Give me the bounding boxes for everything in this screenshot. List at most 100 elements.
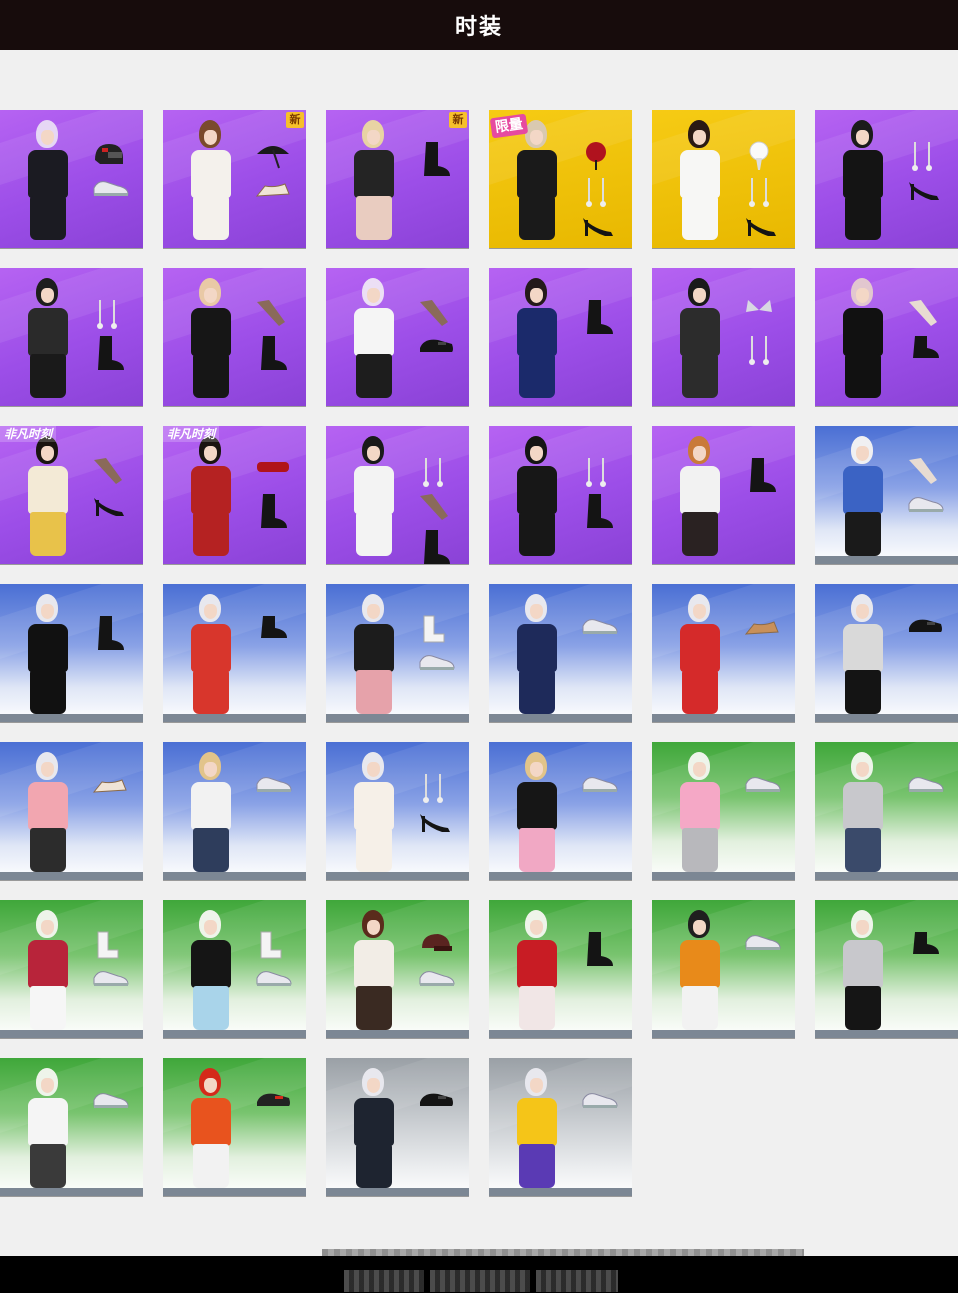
card-base xyxy=(0,1188,143,1196)
outfit-card[interactable] xyxy=(326,900,469,1039)
character-figure xyxy=(340,1062,410,1192)
character-face xyxy=(41,288,54,303)
outfit-bottom xyxy=(682,670,718,714)
outfit-card[interactable] xyxy=(652,110,795,249)
outfit-card[interactable] xyxy=(489,268,632,407)
outfit-card[interactable] xyxy=(489,426,632,565)
outfit-card[interactable]: 非凡时刻 xyxy=(163,426,306,565)
character-face xyxy=(530,762,543,777)
outfit-top xyxy=(191,308,231,356)
outfit-bottom xyxy=(519,986,555,1030)
card-base xyxy=(0,872,143,880)
outfit-bottom xyxy=(356,670,392,714)
outfit-top xyxy=(517,308,557,356)
outfit-card[interactable]: 新 xyxy=(163,110,306,249)
outfit-card[interactable] xyxy=(326,426,469,565)
outfit-card[interactable] xyxy=(815,268,958,407)
outfit-card[interactable] xyxy=(163,742,306,881)
character-figure xyxy=(503,430,573,560)
outfit-top xyxy=(354,624,394,672)
character-figure xyxy=(177,746,247,876)
outfit-top xyxy=(354,308,394,356)
character-face xyxy=(204,1078,217,1093)
outfit-card[interactable] xyxy=(815,584,958,723)
outfit-bottom xyxy=(30,1144,66,1188)
character-figure xyxy=(177,114,247,244)
character-figure xyxy=(14,114,84,244)
card-base xyxy=(163,872,306,880)
character-figure xyxy=(14,904,84,1034)
character-figure xyxy=(666,588,736,718)
outfit-top xyxy=(191,1098,231,1146)
outfit-top xyxy=(843,624,883,672)
character-figure xyxy=(503,746,573,876)
glove-icon xyxy=(907,456,941,490)
outfit-card[interactable] xyxy=(326,584,469,723)
outfit-card[interactable] xyxy=(652,900,795,1039)
outfit-card[interactable] xyxy=(163,584,306,723)
outfit-top xyxy=(354,940,394,988)
sock-icon xyxy=(418,614,448,648)
ankle-boot-icon xyxy=(255,614,289,646)
outfit-card[interactable] xyxy=(326,742,469,881)
character-face xyxy=(856,288,869,303)
character-figure xyxy=(829,746,899,876)
outfit-card[interactable] xyxy=(163,268,306,407)
outfit-card[interactable] xyxy=(489,900,632,1039)
outfit-top xyxy=(680,940,720,988)
character-face xyxy=(367,288,380,303)
outfit-card[interactable]: 限量 xyxy=(489,110,632,249)
outfit-bottom xyxy=(845,196,881,240)
sneaker-icon xyxy=(907,772,945,798)
outfit-card[interactable] xyxy=(489,584,632,723)
outfit-bottom xyxy=(193,1144,229,1188)
outfit-card[interactable] xyxy=(326,1058,469,1197)
outfit-card[interactable] xyxy=(0,110,143,249)
outfit-card[interactable] xyxy=(652,742,795,881)
character-face xyxy=(367,604,380,619)
outfit-card[interactable] xyxy=(326,268,469,407)
outfit-top xyxy=(517,150,557,198)
outfit-bottom xyxy=(682,986,718,1030)
outfit-card[interactable] xyxy=(652,268,795,407)
outfit-card[interactable]: 新 xyxy=(326,110,469,249)
boot-icon xyxy=(418,140,452,184)
outfit-top xyxy=(843,466,883,514)
outfit-top xyxy=(28,624,68,672)
outfit-card[interactable] xyxy=(163,1058,306,1197)
outfit-bottom xyxy=(845,986,881,1030)
outfit-card[interactable] xyxy=(815,900,958,1039)
outfit-card[interactable] xyxy=(815,742,958,881)
outfit-card[interactable] xyxy=(652,426,795,565)
sneaker-icon xyxy=(744,930,782,956)
outfit-card[interactable] xyxy=(489,742,632,881)
outfit-card[interactable]: 非凡时刻 xyxy=(0,426,143,565)
outfit-card[interactable] xyxy=(163,900,306,1039)
character-face xyxy=(204,130,217,145)
earring-icon xyxy=(744,334,774,372)
loafer-icon xyxy=(907,614,945,638)
character-figure xyxy=(340,588,410,718)
outfit-card[interactable] xyxy=(652,584,795,723)
card-base xyxy=(0,1030,143,1038)
outfit-card[interactable] xyxy=(815,426,958,565)
earring-icon xyxy=(744,176,774,214)
outfit-top xyxy=(517,466,557,514)
outfit-card[interactable] xyxy=(0,742,143,881)
boot-icon xyxy=(418,528,452,564)
outfit-top xyxy=(191,466,231,514)
character-figure xyxy=(14,430,84,560)
character-figure xyxy=(829,272,899,402)
outfit-top xyxy=(517,1098,557,1146)
character-face xyxy=(367,130,380,145)
outfit-card[interactable] xyxy=(0,584,143,723)
outfit-card[interactable] xyxy=(489,1058,632,1197)
card-base xyxy=(489,714,632,722)
outfit-card[interactable] xyxy=(0,900,143,1039)
outfit-top xyxy=(191,150,231,198)
outfit-card[interactable] xyxy=(0,268,143,407)
outfit-card[interactable] xyxy=(0,1058,143,1197)
heel-icon xyxy=(418,808,454,838)
character-figure xyxy=(829,114,899,244)
outfit-card[interactable] xyxy=(815,110,958,249)
